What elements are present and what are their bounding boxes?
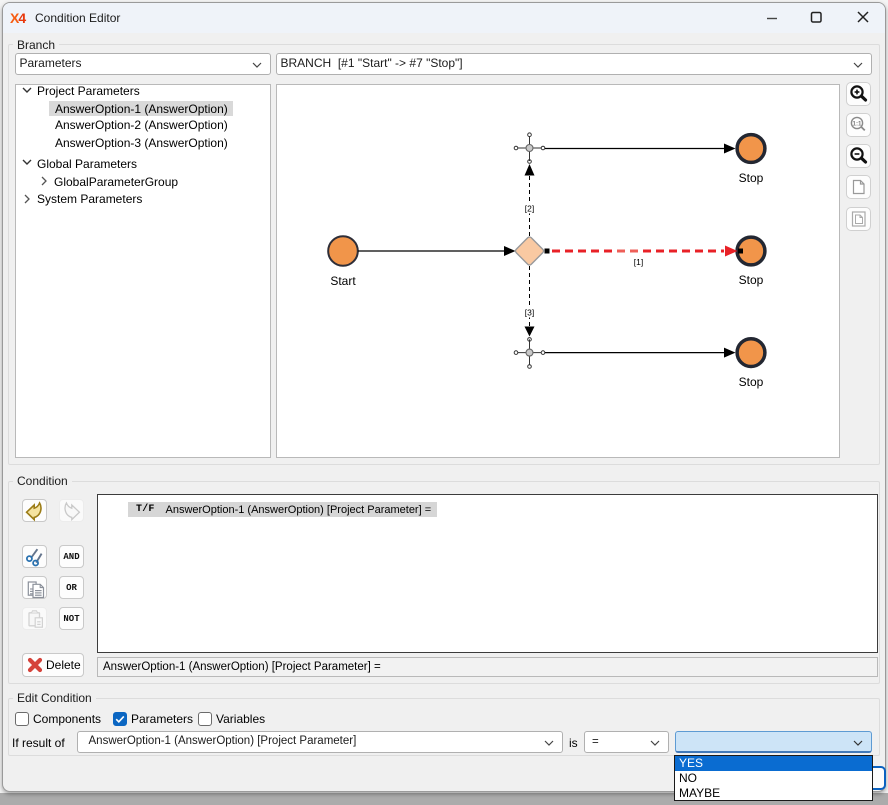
svg-text:[3]: [3] <box>525 308 534 318</box>
svg-text:Stop: Stop <box>739 375 764 389</box>
svg-text:Stop: Stop <box>739 171 764 185</box>
svg-text:[1]: [1] <box>634 257 643 267</box>
svg-text:Start: Start <box>330 274 356 288</box>
svg-text:[2]: [2] <box>525 204 534 214</box>
svg-text:1:1: 1:1 <box>853 121 863 128</box>
svg-text:Stop: Stop <box>739 273 764 287</box>
